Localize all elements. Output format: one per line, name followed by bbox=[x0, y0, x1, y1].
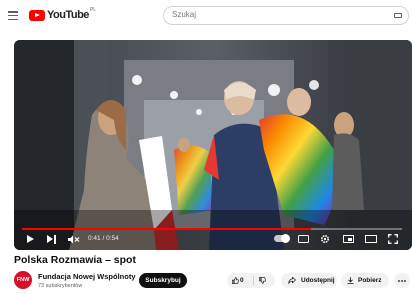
autoplay-toggle[interactable] bbox=[274, 234, 290, 243]
like-separator bbox=[253, 276, 254, 285]
volume-muted-icon[interactable] bbox=[68, 235, 80, 244]
download-button[interactable]: Pobierz bbox=[341, 273, 389, 288]
subscriber-count: 73 subskrybentów bbox=[38, 283, 83, 289]
share-button[interactable]: Udostępnij bbox=[281, 273, 337, 288]
time-current: 0:41 bbox=[88, 235, 101, 242]
thumb-down-icon[interactable] bbox=[259, 277, 266, 284]
avatar-text: FNW bbox=[16, 277, 30, 283]
more-icon bbox=[398, 279, 406, 282]
video-frame bbox=[14, 40, 412, 250]
more-actions-button[interactable] bbox=[394, 273, 410, 288]
subtitles-icon[interactable] bbox=[298, 235, 309, 243]
share-label: Udostępnij bbox=[301, 277, 335, 284]
progress-bar[interactable] bbox=[22, 228, 402, 230]
miniplayer-icon[interactable] bbox=[343, 235, 354, 243]
channel-name[interactable]: Fundacja Nowej Wspólnoty bbox=[38, 272, 136, 281]
logo-text: YouTube bbox=[47, 9, 89, 21]
download-label: Pobierz bbox=[358, 277, 382, 284]
like-count: 0 bbox=[240, 277, 244, 284]
play-icon[interactable] bbox=[27, 235, 34, 243]
thumb-up-icon[interactable] bbox=[232, 277, 239, 284]
next-icon[interactable] bbox=[47, 235, 56, 244]
share-icon bbox=[288, 277, 296, 284]
youtube-logo[interactable]: YouTube PL bbox=[29, 7, 97, 21]
subscribe-button[interactable]: Subskrybuj bbox=[139, 273, 187, 288]
like-dislike-group: 0 bbox=[227, 273, 275, 288]
search-input[interactable]: Szukaj bbox=[163, 6, 409, 25]
time-display: 0:41 / 0:54 bbox=[88, 235, 119, 242]
progress-fill bbox=[22, 228, 311, 230]
channel-avatar[interactable]: FNW bbox=[14, 271, 32, 289]
top-bar: YouTube PL Szukaj bbox=[0, 0, 412, 32]
video-player[interactable] bbox=[14, 40, 412, 250]
country-code: PL bbox=[89, 7, 97, 13]
time-total: 0:54 bbox=[106, 235, 119, 242]
keyboard-icon[interactable] bbox=[394, 13, 402, 18]
video-title: Polska Rozmawia – spot bbox=[14, 254, 136, 266]
fullscreen-icon[interactable] bbox=[388, 234, 398, 244]
search-placeholder: Szukaj bbox=[172, 10, 197, 19]
theater-mode-icon[interactable] bbox=[365, 235, 377, 243]
menu-icon[interactable] bbox=[8, 11, 18, 20]
settings-gear-icon[interactable] bbox=[320, 234, 330, 244]
youtube-logo-icon bbox=[29, 9, 45, 21]
download-icon bbox=[347, 277, 354, 284]
